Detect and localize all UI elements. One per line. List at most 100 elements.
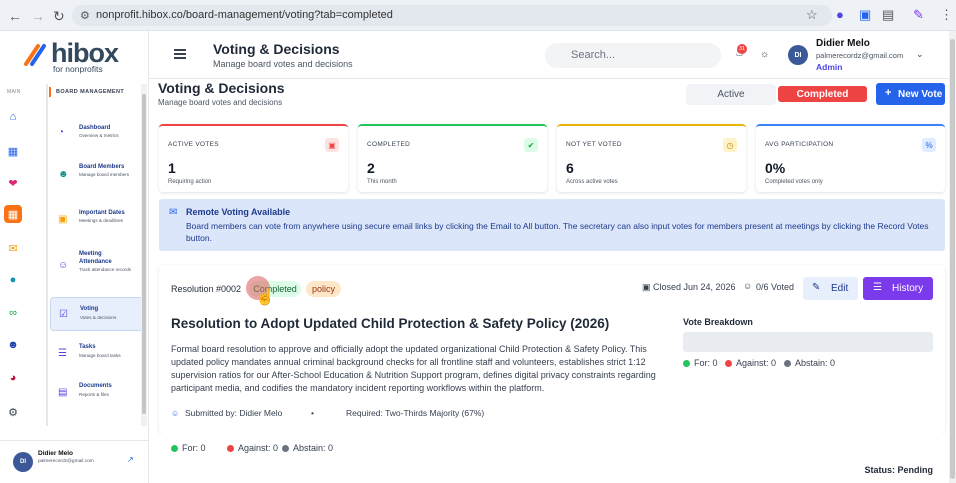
history-icon: ☰ bbox=[873, 282, 882, 293]
stat-value: 2 bbox=[367, 160, 375, 176]
history-button[interactable]: ☰ History bbox=[863, 277, 933, 300]
resolution-title: Resolution to Adopt Updated Child Protec… bbox=[171, 316, 610, 331]
legend-for-label: For: 0 bbox=[694, 358, 718, 368]
network-icon[interactable]: ∞ bbox=[4, 304, 22, 322]
hamburger-menu-icon[interactable] bbox=[174, 49, 186, 59]
category-badge: policy bbox=[306, 281, 341, 297]
stat-card-completed: COMPLETED 2 This month ✔ bbox=[358, 124, 547, 192]
sidebar-item-important-dates[interactable]: ▣ Important Dates Meetings & deadlines bbox=[50, 208, 143, 232]
calendar-icon: ▣ bbox=[58, 214, 68, 225]
ballot-icon: ☑ bbox=[59, 309, 68, 320]
footer-for: For: 0 bbox=[171, 443, 206, 453]
extension-square-icon[interactable]: ▣ bbox=[859, 7, 871, 23]
closed-date: Closed Jun 24, 2026 bbox=[653, 282, 736, 292]
sidebar-user-email: palmerecordz@gmail.com bbox=[38, 459, 94, 464]
rail-label: MAIN bbox=[7, 89, 21, 95]
search-input[interactable]: Search... bbox=[545, 43, 721, 68]
calendar-icon: ▣ bbox=[642, 282, 651, 292]
sidebar-item-label: Dashboard bbox=[79, 125, 111, 131]
browser-menu-icon[interactable]: ⋮ bbox=[940, 7, 953, 23]
stat-label: ACTIVE VOTES bbox=[168, 141, 219, 148]
megaphone-icon[interactable]: ✉ bbox=[4, 239, 22, 257]
sidebar-item-meeting-attendance[interactable]: ☺ Meeting Attendance Track attendance re… bbox=[50, 248, 143, 282]
org-chart-icon[interactable]: ▦ bbox=[4, 142, 22, 160]
people-icon: ☺ bbox=[743, 281, 753, 291]
new-vote-label: New Vote bbox=[898, 89, 943, 100]
tab-active[interactable]: Active bbox=[686, 84, 776, 105]
settings-gear-icon[interactable]: ⚙ bbox=[4, 403, 22, 421]
sidebar-item-documents[interactable]: ▤ Documents Reports & files bbox=[50, 379, 143, 405]
theme-toggle-icon[interactable]: ☼ bbox=[760, 49, 769, 60]
external-link-icon[interactable]: ↗ bbox=[127, 455, 134, 464]
resolution-id: Resolution #0002 bbox=[171, 284, 242, 294]
header-avatar[interactable]: DI bbox=[788, 45, 808, 65]
logo-mark-icon bbox=[24, 44, 46, 66]
sidebar-item-dashboard[interactable]: ◔ Dashboard Overview & metrics bbox=[50, 120, 143, 148]
profile-extension-icon[interactable]: ✎ bbox=[913, 7, 924, 23]
stat-value: 0% bbox=[765, 160, 786, 176]
chevron-down-icon[interactable]: ⌄ bbox=[916, 49, 924, 60]
globe-icon[interactable]: ● bbox=[4, 271, 22, 289]
tab-completed[interactable]: Completed bbox=[778, 86, 867, 102]
for-dot-icon bbox=[171, 445, 178, 452]
extensions-puzzle-icon[interactable]: ▤ bbox=[882, 7, 894, 23]
stat-card-not-yet-voted: NOT YET VOTED 6 Across active votes ◷ bbox=[557, 124, 746, 192]
heart-hand-icon[interactable]: ❤ bbox=[4, 174, 22, 192]
sidebar-user[interactable]: DI Didier Melo palmerecordz@gmail.com ↗ bbox=[0, 440, 148, 483]
site-info-icon[interactable]: ⚙ bbox=[80, 9, 90, 22]
sidebar-item-label: Board Members bbox=[79, 164, 125, 170]
logo[interactable]: hibox for nonprofits bbox=[22, 38, 132, 74]
footer-against: Against: 0 bbox=[227, 443, 278, 453]
sidebar-item-board-members[interactable]: ☻ Board Members Manage board members bbox=[50, 160, 143, 190]
resolution-card: Resolution #0002 Completed policy ☝ ▣ Cl… bbox=[159, 265, 945, 433]
abstain-dot-icon bbox=[282, 445, 289, 452]
stat-label: AVG PARTICIPATION bbox=[765, 141, 834, 148]
footer-abstain-label: Abstain: 0 bbox=[293, 443, 334, 453]
edit-icon: ✎ bbox=[812, 282, 821, 293]
footer-against-label: Against: 0 bbox=[238, 443, 279, 453]
sidebar-item-label: Voting bbox=[80, 306, 99, 312]
avatar: DI bbox=[13, 452, 33, 472]
page-title: Voting & Decisions bbox=[158, 80, 285, 96]
new-vote-button[interactable]: + New Vote bbox=[876, 83, 945, 105]
clock-icon: ◷ bbox=[723, 138, 737, 152]
edit-button[interactable]: ✎ Edit bbox=[803, 277, 858, 300]
against-dot-icon bbox=[725, 360, 732, 367]
bookmark-star-icon[interactable]: ☆ bbox=[806, 7, 818, 23]
top-header: Voting & Decisions Manage board votes an… bbox=[149, 31, 956, 79]
sidebar-item-sub: Manage board members bbox=[79, 172, 130, 177]
banner-body: Board members can vote from anywhere usi… bbox=[186, 221, 929, 243]
document-icon: ▤ bbox=[58, 387, 68, 398]
search-placeholder: Search... bbox=[571, 49, 616, 61]
required-majority: Required: Two-Thirds Majority (67%) bbox=[346, 408, 485, 418]
mouse-cursor-icon: ☝ bbox=[255, 289, 275, 306]
address-bar[interactable]: ⚙ nonprofit.hibox.co/board-management/vo… bbox=[72, 5, 832, 26]
board-icon[interactable]: ▦ bbox=[4, 205, 22, 223]
reload-icon[interactable]: ↻ bbox=[53, 8, 65, 25]
sidebar-item-label: Documents bbox=[79, 383, 112, 389]
back-icon[interactable]: ← bbox=[8, 8, 22, 24]
page-subtitle: Manage board votes and decisions bbox=[158, 98, 283, 107]
email-icon: ✉ bbox=[169, 207, 178, 218]
home-icon[interactable]: ⌂ bbox=[4, 108, 22, 126]
extension-icon[interactable]: ● bbox=[836, 7, 844, 22]
vote-breakdown-bar bbox=[683, 332, 933, 352]
stat-sub: Across active votes bbox=[566, 179, 618, 185]
sidebar-scrollbar[interactable] bbox=[141, 84, 147, 426]
stat-sub: Completed votes only bbox=[765, 179, 823, 185]
vote-status: Status: Pending bbox=[864, 465, 933, 475]
sidebar-item-tasks[interactable]: ☰ Tasks Manage board tasks bbox=[50, 340, 143, 366]
stat-label: COMPLETED bbox=[367, 141, 411, 148]
legend-abstain: Abstain: 0 bbox=[784, 358, 835, 368]
resolution-description: Formal board resolution to approve and o… bbox=[171, 344, 656, 393]
logo-tagline: for nonprofits bbox=[53, 64, 103, 74]
attendance-icon: ☺ bbox=[58, 260, 69, 271]
chart-pie-icon[interactable]: ◕ bbox=[4, 369, 22, 387]
footer-abstain: Abstain: 0 bbox=[282, 443, 333, 453]
voted-count: 0/6 Voted bbox=[756, 282, 795, 292]
sidebar-item-voting[interactable]: ☑ Voting Votes & decisions bbox=[50, 297, 143, 331]
forward-icon[interactable]: → bbox=[31, 8, 45, 24]
sidebar-item-sub: Track attendance records bbox=[79, 267, 131, 272]
main-scrollbar[interactable] bbox=[949, 31, 956, 483]
people-icon[interactable]: ☻ bbox=[4, 336, 22, 354]
